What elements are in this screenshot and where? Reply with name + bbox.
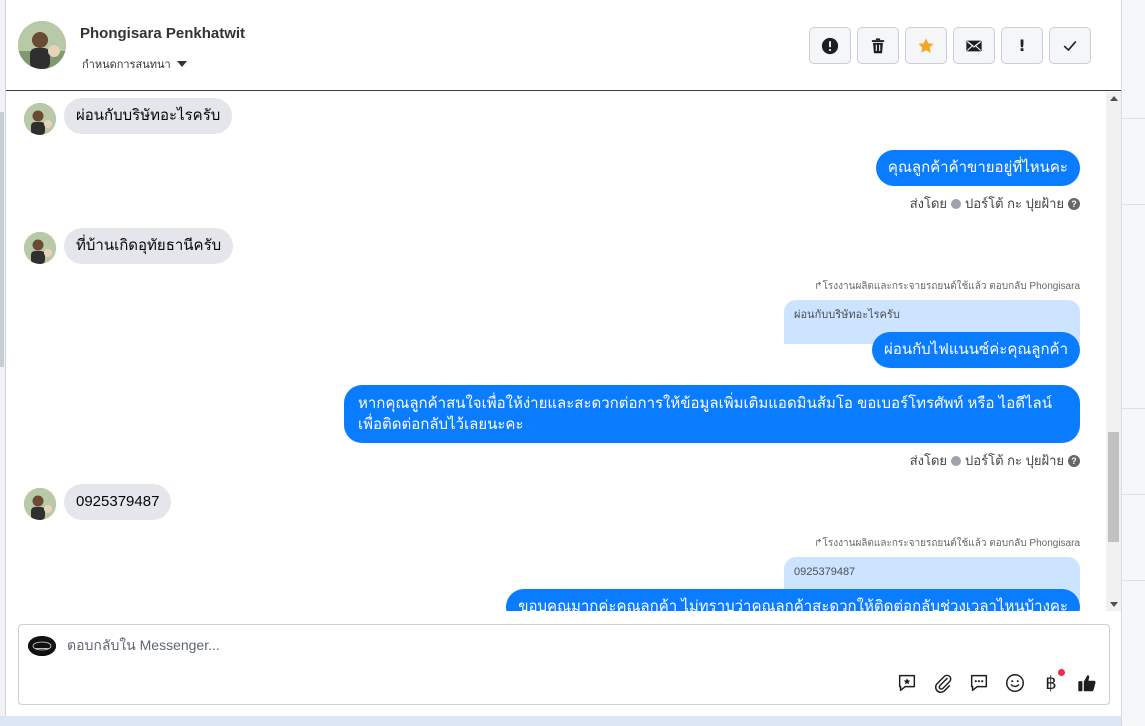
check-icon (1063, 40, 1077, 51)
message-icon (970, 674, 988, 692)
sent-by-info: ส่งโดย ปอร์โต้ กะ ปุยฝ้าย ? (910, 193, 1080, 214)
contact-message-avatar (24, 232, 56, 264)
like-icon (1078, 675, 1096, 692)
mark-done-button[interactable] (1049, 27, 1091, 64)
agent-name[interactable]: ปอร์โต้ กะ ปุยฝ้าย (965, 450, 1064, 471)
contact-message-avatar (24, 103, 56, 135)
assign-conversation-dropdown[interactable]: กำหนดการสนทนา (82, 55, 187, 73)
message-incoming: ที่บ้านเกิดอุทัยธานีครับ (64, 228, 234, 264)
right-pane-edge (1121, 0, 1145, 726)
emoji-button[interactable] (1003, 671, 1027, 695)
follow-up-button[interactable]: ! (1001, 27, 1043, 64)
message-incoming: ผ่อนกับบริษัทอะไรครับ (64, 98, 233, 134)
conversation-panel: Phongisara Penkhatwit กำหนดการสนทนา ! ผ่… (6, 0, 1121, 716)
reply-note: ↱โรงงานผลิตและกระจายรถยนต์ใช้แล้ว ตอบกลั… (814, 279, 1080, 294)
assign-conversation-label: กำหนดการสนทนา (82, 59, 171, 71)
attachment-button[interactable] (931, 671, 955, 695)
scrollbar-thumb[interactable] (1108, 432, 1119, 542)
agent-badge-icon (951, 455, 962, 466)
saved-reply-button[interactable] (895, 671, 919, 695)
sent-by-info: ส่งโดย ปอร์โต้ กะ ปุยฝ้าย ? (910, 450, 1080, 471)
left-pane-scrollbar[interactable] (0, 112, 4, 367)
notification-dot (1058, 669, 1065, 676)
contact-message-avatar (24, 488, 56, 520)
sent-by-label: ส่งโดย (909, 196, 948, 211)
exclamation-icon: ! (1018, 36, 1026, 55)
scroll-down-icon[interactable] (1110, 602, 1118, 607)
message-outgoing: หากคุณลูกค้าสนใจเพื่อให้ง่ายและสะดวกต่อก… (344, 385, 1080, 443)
alert-circle-icon (821, 37, 839, 54)
sent-by-label: ส่งโดย (909, 453, 948, 468)
reply-note-text: โรงงานผลิตและกระจายรถยนต์ใช้แล้ว ตอบกลับ… (822, 281, 1080, 292)
delete-button[interactable] (857, 27, 899, 64)
saved-reply-icon (898, 674, 916, 692)
bottom-edge (0, 716, 1121, 726)
page-avatar (28, 636, 56, 656)
payment-button[interactable]: ฿ (1039, 669, 1065, 695)
header-actions: ! (809, 27, 1091, 64)
thread-scrollbar[interactable] (1106, 92, 1121, 611)
scroll-up-icon[interactable] (1110, 96, 1118, 101)
message-template-button[interactable] (967, 671, 991, 695)
reply-note: ↱โรงงานผลิตและกระจายรถยนต์ใช้แล้ว ตอบกลั… (814, 536, 1080, 551)
like-button[interactable] (1075, 671, 1099, 695)
message-outgoing: ขอบคุณมากค่ะคุณลูกค้า ไม่ทราบว่าคุณลูกค้… (506, 589, 1080, 611)
message-outgoing: ผ่อนกับไฟแนนซ์ค่ะคุณลูกค้า (872, 332, 1080, 368)
star-button[interactable] (905, 27, 947, 64)
reply-note-text: โรงงานผลิตและกระจายรถยนต์ใช้แล้ว ตอบกลับ… (822, 538, 1080, 549)
mark-spam-button[interactable] (809, 27, 851, 64)
reply-composer: ฿ (18, 624, 1110, 705)
mark-unread-button[interactable] (953, 27, 995, 64)
message-incoming: 0925379487 (64, 484, 172, 520)
agent-name[interactable]: ปอร์โต้ กะ ปุยฝ้าย (965, 193, 1064, 214)
attachment-icon (934, 674, 952, 694)
trash-icon (871, 37, 885, 53)
message-thread[interactable]: ผ่อนกับบริษัทอะไรครับ คุณลูกค้าค้าขายอยู… (6, 92, 1106, 611)
composer-tools: ฿ (895, 669, 1099, 695)
message-input[interactable] (67, 637, 767, 653)
contact-name: Phongisara Penkhatwit (80, 25, 246, 42)
conversation-header: Phongisara Penkhatwit กำหนดการสนทนา ! (6, 0, 1121, 91)
agent-badge-icon (951, 198, 962, 209)
help-icon[interactable]: ? (1068, 454, 1080, 467)
help-icon[interactable]: ? (1068, 197, 1080, 210)
caret-down-icon (176, 61, 187, 67)
payment-icon: ฿ (1045, 672, 1057, 694)
emoji-icon (1006, 674, 1024, 692)
star-icon (918, 37, 934, 53)
message-outgoing: คุณลูกค้าค้าขายอยู่ที่ไหนคะ (875, 150, 1080, 186)
envelope-icon (966, 40, 982, 51)
contact-avatar[interactable] (18, 21, 66, 69)
